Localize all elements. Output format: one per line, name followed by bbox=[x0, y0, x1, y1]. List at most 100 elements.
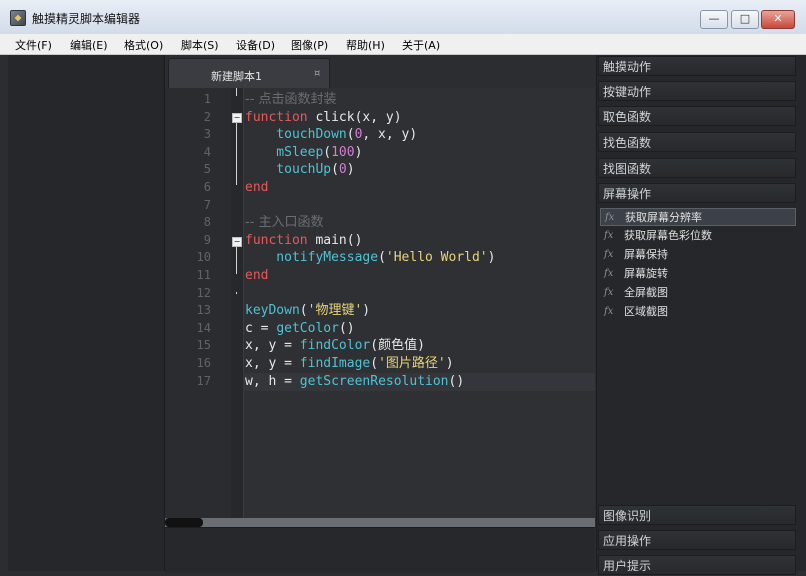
code-line: end bbox=[245, 179, 268, 196]
code-token: ( bbox=[370, 356, 379, 371]
code-token: mSleep bbox=[245, 144, 324, 160]
code-token: keyDown bbox=[245, 303, 300, 319]
fold-toggle-icon[interactable]: − bbox=[232, 237, 242, 247]
category-header[interactable]: 按键动作 bbox=[598, 81, 796, 101]
menu-device[interactable]: 设备(D) bbox=[236, 37, 275, 53]
minimize-button[interactable]: — bbox=[700, 10, 728, 29]
code-token: main() bbox=[307, 232, 363, 248]
function-item[interactable]: fx 全屏截图 bbox=[600, 284, 796, 302]
code-token: ( bbox=[323, 144, 332, 160]
menu-edit[interactable]: 编辑(E) bbox=[70, 37, 108, 53]
code-token: ) bbox=[362, 303, 371, 319]
code-line: function main() bbox=[245, 232, 362, 249]
code-token: ) bbox=[346, 162, 355, 178]
function-icon: fx bbox=[604, 268, 614, 279]
function-item[interactable]: fx 屏幕旋转 bbox=[600, 265, 796, 283]
line-number: 16 bbox=[196, 356, 211, 370]
line-number: 2 bbox=[203, 109, 211, 124]
code-token: ( bbox=[331, 162, 339, 178]
code-editor[interactable]: − − 1 2 3 4 5 6 7 8 9 10 11 12 13 14 15 16 17 -- 点击函数封装 fu… bbox=[165, 88, 595, 518]
line-number: 5 bbox=[203, 162, 211, 177]
code-token: , x, y) bbox=[362, 127, 418, 143]
code-token: click(x, y) bbox=[307, 109, 402, 125]
category-header[interactable]: 触摸动作 bbox=[598, 56, 796, 76]
code-token: ) bbox=[354, 144, 363, 160]
function-item-label: 全屏截图 bbox=[624, 286, 668, 299]
function-icon: fx bbox=[604, 230, 614, 241]
menu-image[interactable]: 图像(P) bbox=[291, 37, 328, 53]
code-token: getScreenResolution bbox=[299, 373, 449, 389]
scrollbar-thumb[interactable] bbox=[165, 518, 203, 527]
code-token: ( bbox=[346, 127, 355, 143]
line-number: 10 bbox=[196, 250, 211, 265]
fold-guide bbox=[236, 247, 237, 274]
category-header[interactable]: 找色函数 bbox=[598, 132, 796, 152]
line-number: 3 bbox=[203, 127, 211, 142]
code-token: ) bbox=[445, 356, 454, 371]
code-token: ( bbox=[299, 303, 308, 319]
app-icon bbox=[10, 10, 26, 26]
function-item[interactable]: fx 屏幕保持 bbox=[600, 246, 796, 264]
fold-guide bbox=[236, 88, 237, 96]
function-icon: fx bbox=[604, 306, 614, 317]
tab-close-icon[interactable]: ¤ bbox=[314, 68, 320, 79]
menu-about[interactable]: 关于(A) bbox=[402, 37, 440, 53]
menu-script[interactable]: 脚本(S) bbox=[181, 37, 219, 53]
category-header[interactable]: 屏幕操作 bbox=[598, 183, 796, 203]
code-token: () bbox=[448, 373, 465, 389]
line-number: 6 bbox=[203, 180, 211, 194]
line-number: 15 bbox=[196, 338, 211, 353]
function-item[interactable]: fx 获取屏幕分辨率 bbox=[600, 208, 796, 226]
code-token: -- 主入口函数 bbox=[245, 215, 324, 231]
code-line: -- 点击函数封装 bbox=[245, 91, 337, 108]
category-header[interactable]: 图像识别 bbox=[598, 505, 796, 525]
code-token: x, y = bbox=[245, 338, 300, 354]
output-panel bbox=[165, 527, 595, 572]
category-header[interactable]: 用户提示 bbox=[598, 555, 796, 575]
code-token: c = bbox=[245, 320, 277, 336]
line-number: 17 bbox=[196, 373, 211, 388]
function-item[interactable]: fx 区域截图 bbox=[600, 303, 796, 321]
category-header[interactable]: 取色函数 bbox=[598, 106, 796, 126]
code-token: touchUp bbox=[245, 162, 332, 178]
code-line: c = getColor() bbox=[245, 320, 355, 337]
function-item[interactable]: fx 获取屏幕色彩位数 bbox=[600, 227, 796, 245]
line-number: 13 bbox=[196, 303, 211, 318]
fold-guide bbox=[236, 123, 237, 185]
category-header[interactable]: 找图函数 bbox=[598, 158, 796, 178]
code-token: touchDown bbox=[245, 127, 347, 143]
maximize-button[interactable]: □ bbox=[731, 10, 759, 29]
fold-toggle-icon[interactable]: − bbox=[232, 113, 242, 123]
code-line: x, y = findColor(颜色值) bbox=[245, 337, 425, 354]
line-number: 11 bbox=[196, 268, 211, 282]
menu-file[interactable]: 文件(F) bbox=[15, 37, 52, 53]
function-item-label: 屏幕保持 bbox=[624, 248, 668, 261]
category-header[interactable]: 应用操作 bbox=[598, 530, 796, 550]
line-number: 14 bbox=[196, 320, 211, 335]
line-number: 4 bbox=[203, 144, 211, 159]
function-icon: fx bbox=[604, 249, 614, 260]
code-token: '物理键' bbox=[307, 303, 363, 319]
code-line: end bbox=[245, 267, 268, 284]
menu-format[interactable]: 格式(O) bbox=[124, 37, 163, 53]
menu-help[interactable]: 帮助(H) bbox=[346, 37, 385, 53]
code-token: end bbox=[245, 268, 269, 283]
code-token: ) bbox=[487, 250, 496, 266]
function-item-label: 获取屏幕分辨率 bbox=[625, 211, 702, 224]
code-token: (颜色值) bbox=[370, 338, 425, 354]
code-token: 100 bbox=[331, 144, 355, 160]
line-number: 8 bbox=[203, 215, 211, 230]
fold-strip bbox=[231, 88, 244, 518]
code-token: ( bbox=[378, 250, 386, 266]
function-item-label: 区域截图 bbox=[624, 305, 668, 318]
left-panel bbox=[8, 55, 165, 571]
line-number: 9 bbox=[203, 232, 211, 247]
code-token: 'Hello World' bbox=[385, 250, 488, 266]
code-token: x, y = bbox=[245, 356, 300, 371]
tab-new-script-1[interactable]: 新建脚本1 ¤ bbox=[168, 58, 330, 89]
function-item-label: 获取屏幕色彩位数 bbox=[624, 229, 712, 242]
function-icon: fx bbox=[605, 212, 615, 223]
horizontal-scrollbar[interactable] bbox=[165, 518, 595, 527]
line-number: 12 bbox=[196, 285, 211, 300]
close-button[interactable]: ✕ bbox=[761, 10, 795, 29]
